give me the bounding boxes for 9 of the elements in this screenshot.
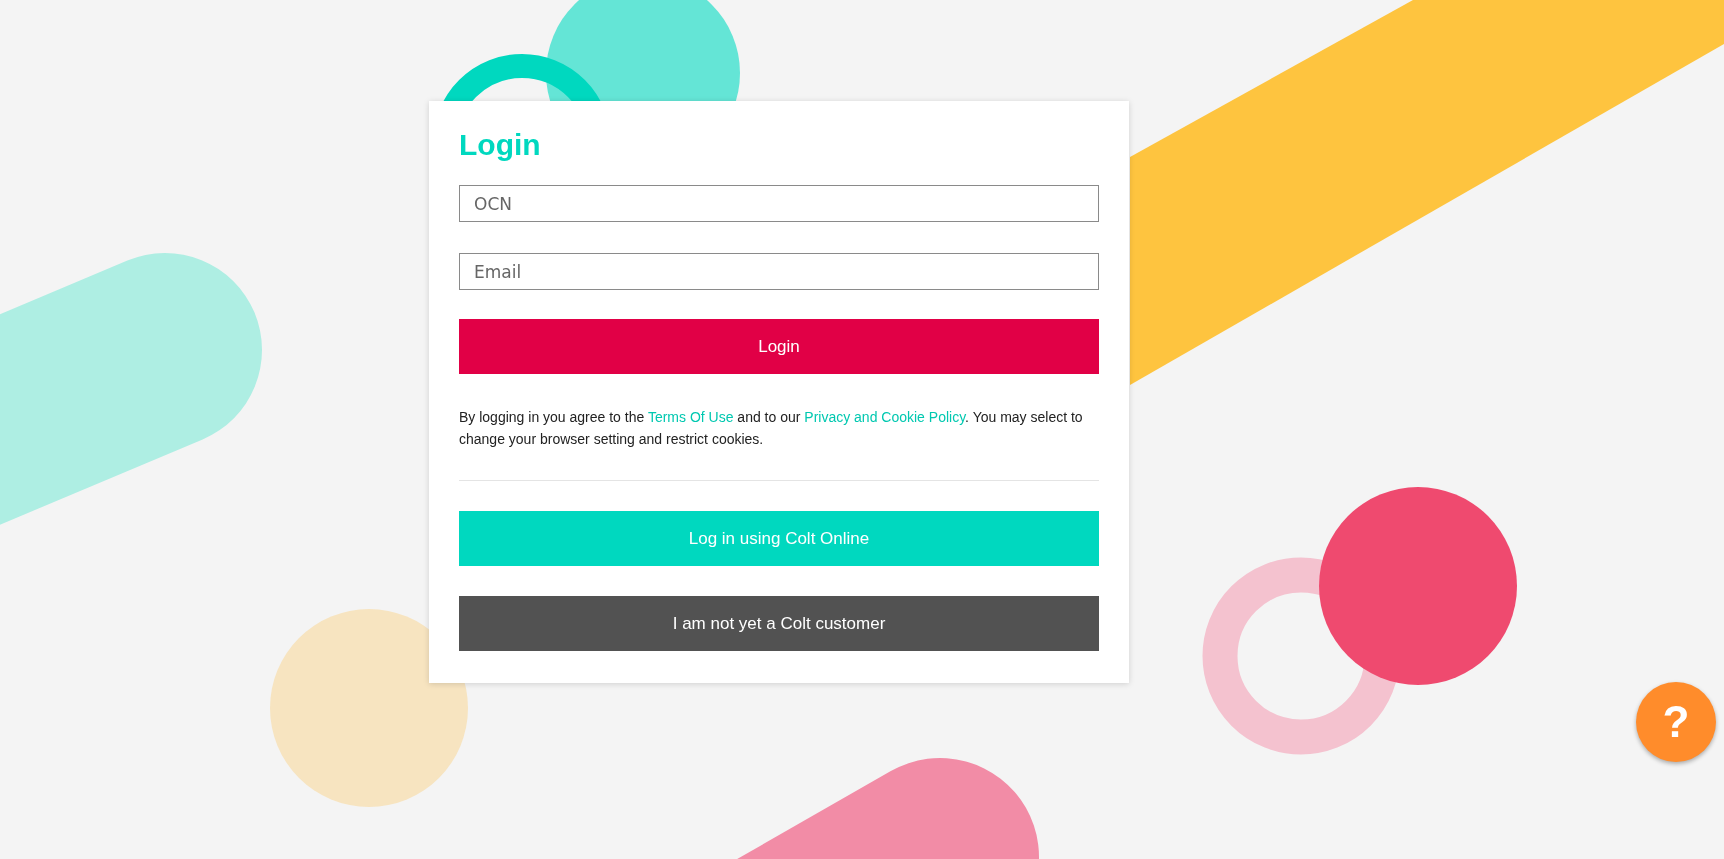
new-customer-button[interactable]: I am not yet a Colt customer bbox=[459, 596, 1099, 651]
consent-text: By logging in you agree to the Terms Of Use and to our Privacy and Cookie Policy. You may select to change your browser setting and restrict cookies. bbox=[459, 408, 1084, 449]
input-field[interactable]: OCN bbox=[459, 185, 1099, 222]
input-field[interactable]: Email bbox=[459, 253, 1099, 290]
colt-online-button[interactable]: Log in using Colt Online bbox=[459, 511, 1099, 566]
login-button[interactable]: Login bbox=[459, 319, 1099, 374]
card-title: Login bbox=[459, 127, 542, 163]
help-button[interactable]: ? bbox=[1636, 682, 1716, 762]
policy-link[interactable]: Terms Of Use bbox=[647, 409, 734, 425]
